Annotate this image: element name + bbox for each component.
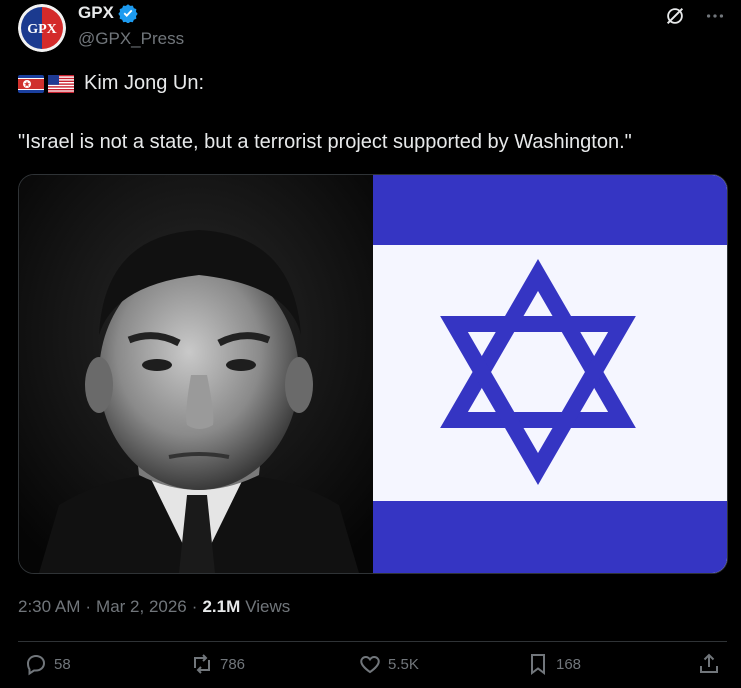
action-bar: 58 786 5.5K 168 [18, 652, 727, 684]
repost-icon [194, 654, 210, 674]
share-icon [700, 653, 718, 673]
meta-separator: · [191, 597, 198, 616]
media-attachment[interactable] [18, 174, 728, 574]
bookmark-button[interactable]: 168 [526, 652, 581, 676]
gpx-logo: GPX [18, 4, 66, 52]
post-quote-text: "Israel is not a state, but a terrorist … [18, 131, 632, 153]
israel-flag[interactable] [373, 175, 727, 573]
svg-text:GPX: GPX [27, 22, 57, 37]
bookmark-icon [531, 654, 545, 675]
handle[interactable]: @GPX_Press [78, 29, 184, 49]
top-actions [663, 4, 727, 28]
usa-flag-icon [48, 74, 74, 93]
meta-separator: · [85, 597, 92, 616]
repost-button[interactable]: 786 [190, 652, 245, 676]
views-label: Views [245, 597, 291, 616]
avatar[interactable]: GPX [18, 4, 66, 52]
speaker-text: Kim Jong Un: [84, 72, 205, 94]
post-meta: 2:30 AM · Mar 2, 2026 · 2.1M Views [18, 597, 290, 617]
display-name[interactable]: GPX [78, 3, 114, 23]
reply-count: 58 [54, 655, 71, 673]
like-count: 5.5K [388, 655, 419, 673]
divider [18, 641, 727, 642]
post-time[interactable]: 2:30 AM [18, 597, 80, 617]
verified-badge-icon [118, 4, 138, 23]
bookmark-count: 168 [556, 655, 582, 673]
grok-icon[interactable] [663, 4, 687, 28]
north-korea-flag-icon [18, 74, 44, 93]
reply-button[interactable]: 58 [24, 652, 71, 676]
author-name-row[interactable]: GPX [78, 3, 138, 23]
more-icon[interactable] [703, 4, 727, 28]
views-count: 2.1M [202, 597, 241, 616]
portrait-photo[interactable] [19, 175, 373, 573]
like-button[interactable]: 5.5K [358, 652, 419, 676]
share-button[interactable] [697, 652, 721, 676]
heart-icon [360, 655, 380, 674]
post-speaker-line: Kim Jong Un: [18, 72, 204, 95]
post-date[interactable]: Mar 2, 2026 [96, 597, 187, 617]
repost-count: 786 [220, 655, 246, 673]
reply-icon [26, 654, 46, 676]
